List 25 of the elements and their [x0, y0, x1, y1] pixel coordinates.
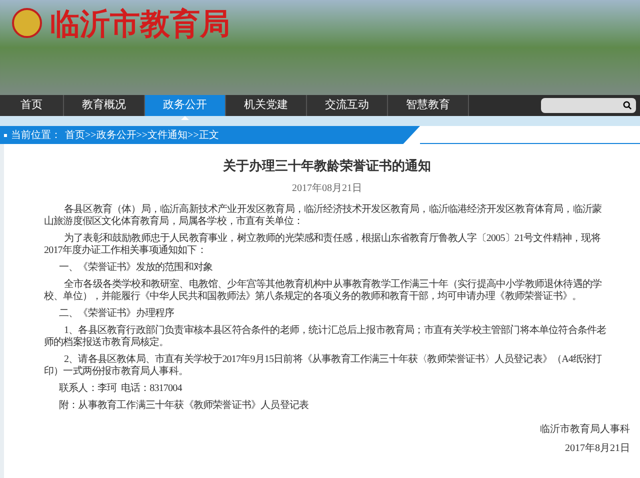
bullet-icon: [4, 134, 7, 136]
article-paragraph: 附：从事教育工作满三十年获《教师荣誉证书》人员登记表: [58, 400, 310, 412]
article-paragraph: 全市各级各类学校和教研室、电教馆、少年宫等其他教育机构中从事教育教学工作满三十年（实行提高中小学教师退休待遇的学校、单位），并能履行《中华人民共和国教师法》第八条规定的各项义务的教师和教育干部，均可申请办理《教师荣誉证书》。: [44, 278, 603, 302]
search-field[interactable]: [541, 98, 636, 113]
article-paragraph: 一、《荣誉证书》发放的范围和对象: [58, 262, 214, 274]
article-date: 2017年08月21日: [291, 182, 363, 196]
article-paragraph: 1、各县区教育行政部门负责审核本县区符合条件的老师，统计汇总后上报市教育局；市直有关学校主管部门将本单位符合条件老师的档案报送市教育局核定。: [44, 324, 608, 348]
nav-tab[interactable]: 机关党建: [226, 95, 307, 116]
nav-tab[interactable]: 智慧教育: [388, 95, 469, 116]
article-paragraph: 二、《荣誉证书》办理程序: [58, 308, 176, 320]
article-paragraph: 各县区教育（体）局，临沂高新技术产业开发区教育局，临沂经济技术开发区教育局，临沂临港经济开发区教育体育局，临沂蒙山旅游度假区文化体育教育局，局属各学校，市直有关单位：: [44, 204, 603, 228]
search-icon: [623, 101, 632, 110]
breadcrumb-path: 首页>>政务公开>>文件通知>>正文: [65, 128, 219, 142]
article-paragraph: 2、请各县区教体局、市直有关学校于2017年9月15日前将《从事教育工作满三十年获〈教师荣誉证书〉人员登记表》（A4纸张打印）一式两份报市教育局人事科。: [44, 354, 603, 378]
emblem-icon: [12, 8, 42, 38]
signature: 临沂市教育局人事科: [540, 422, 630, 436]
signature-date: 2017年8月21日: [565, 442, 630, 456]
article-paragraph: 为了表彰和鼓励教师忠于人民教育事业，树立教师的光荣感和责任感，根据山东省教育厅鲁教人字〔2005〕21号文件精神，现将2017年度办证工作相关事项通知如下：: [44, 232, 602, 256]
nav-tab[interactable]: 首页: [0, 95, 64, 116]
breadcrumb-label: 当前位置：: [11, 128, 61, 142]
nav-tab[interactable]: 教育概况: [64, 95, 145, 116]
nav-tab[interactable]: 交流互动: [307, 95, 388, 116]
article-title: 关于办理三十年教龄荣誉证书的通知: [222, 157, 432, 175]
article-paragraph: 联系人：李珂 电话：8317004: [58, 382, 184, 394]
site-title: 临沂市教育局: [50, 8, 230, 42]
